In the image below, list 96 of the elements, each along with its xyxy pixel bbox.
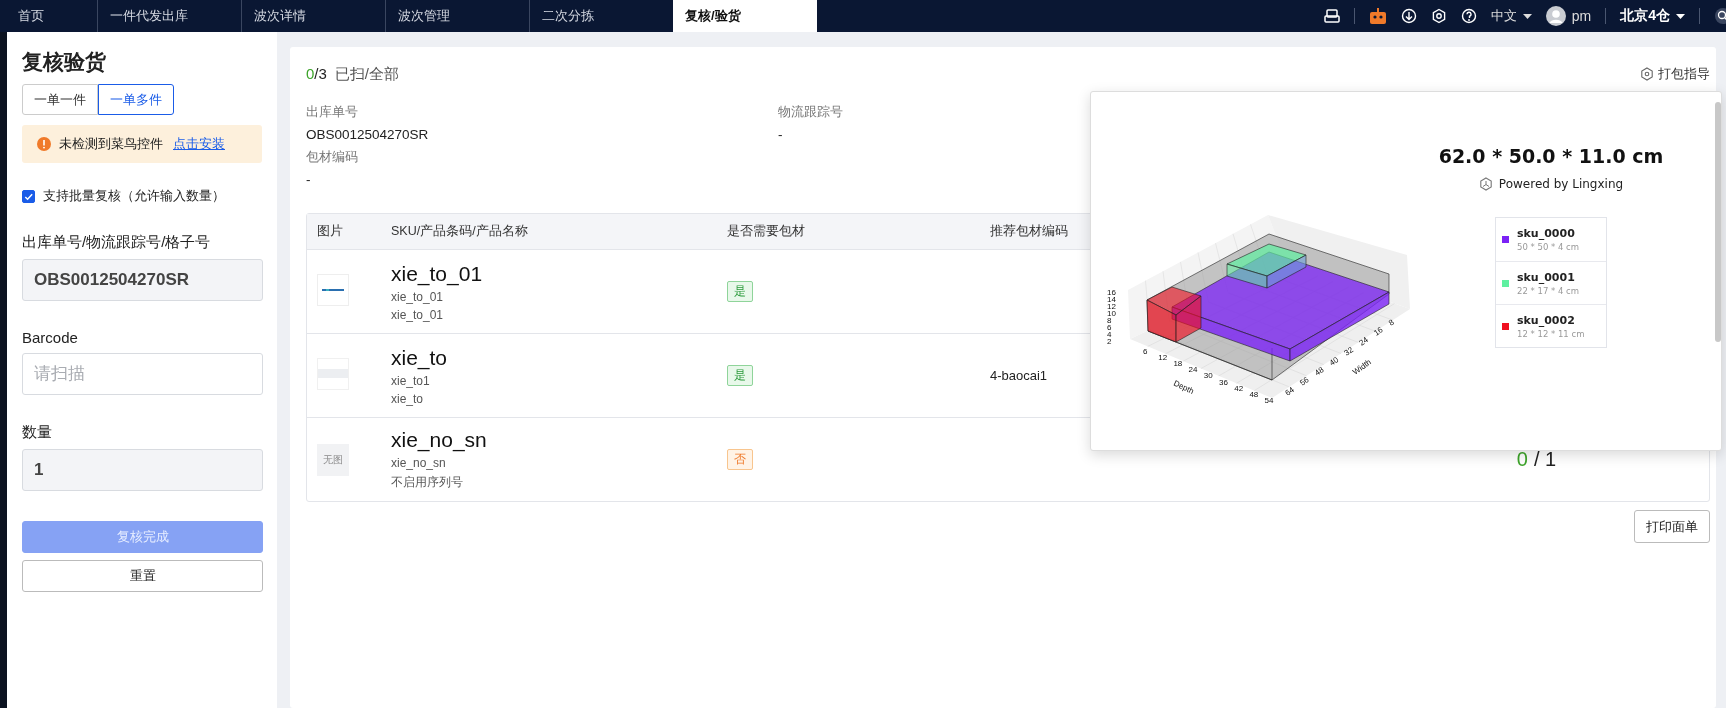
info-label: 物流跟踪号 xyxy=(778,103,844,121)
tick-label: 12 xyxy=(1107,302,1116,311)
download-icon[interactable] xyxy=(1400,8,1417,24)
size-label: 12 * 12 * 11 cm xyxy=(1517,328,1585,339)
scrollbar[interactable] xyxy=(1715,102,1721,342)
total-count: /3 xyxy=(314,64,327,84)
info-label: 包材编码 xyxy=(306,148,359,166)
nav-tab[interactable]: 复核/验货 xyxy=(673,0,817,32)
tick-label: 8 xyxy=(1387,317,1396,328)
mode-tab[interactable]: 一单多件 xyxy=(98,84,174,115)
tick-label: 48 xyxy=(1249,389,1259,399)
size-label: 50 * 50 * 4 cm xyxy=(1517,242,1579,252)
print-label-button[interactable]: 打印面单 xyxy=(1634,510,1710,543)
tick-label: 64 xyxy=(1283,385,1296,398)
tick-label: 16 xyxy=(1372,325,1385,338)
nav-tab[interactable]: 首页 xyxy=(0,0,97,32)
tick-label: 54 xyxy=(1264,395,1274,405)
page-title: 复核验货 xyxy=(22,49,107,75)
tick-label: 24 xyxy=(1357,335,1370,348)
tick-label: 16 xyxy=(1107,288,1116,297)
field-label: 出库单号/物流跟踪号/格子号 xyxy=(22,233,212,252)
tick-label: 6 xyxy=(1107,323,1112,332)
column-header: 图片 xyxy=(316,223,344,240)
tick-label: 10 xyxy=(1107,309,1116,318)
warning-icon xyxy=(37,137,51,151)
no-image-text: 无图 xyxy=(323,452,343,467)
scanned-count: 0 xyxy=(1516,448,1528,470)
tick-label: 14 xyxy=(1107,295,1116,304)
scanned-count: 0 xyxy=(306,64,315,84)
tick-label: 8 xyxy=(1107,316,1112,325)
status-tag: 否 xyxy=(727,449,753,470)
nav-tab[interactable]: 波次管理 xyxy=(385,0,529,32)
checkbox[interactable] xyxy=(22,190,35,203)
sku-name: xie_no_sn xyxy=(391,428,488,452)
box-dimensions: 62.0 * 50.0 * 11.0 cm xyxy=(1438,145,1664,167)
product-name: xie_to xyxy=(391,391,425,406)
tick-label: 18 xyxy=(1173,359,1183,369)
barcode-text: xie_no_sn xyxy=(391,456,447,470)
tick-label: 56 xyxy=(1298,375,1311,388)
tick-label: 12 xyxy=(1158,353,1168,363)
tick-label: 24 xyxy=(1188,365,1198,375)
powered-by-text: Powered by Lingxing xyxy=(1498,177,1624,191)
tick-label: 48 xyxy=(1313,365,1326,378)
field-label: Barcode xyxy=(22,329,79,346)
column-header: SKU/产品条码/产品名称 xyxy=(391,223,529,240)
caret-icon xyxy=(1522,13,1532,19)
sku-label: sku_0001 xyxy=(1517,270,1576,284)
product-thumbnail xyxy=(317,274,349,306)
progress-label: 已扫/全部 xyxy=(334,64,400,84)
sku-label: sku_0002 xyxy=(1517,313,1576,327)
robot-icon[interactable] xyxy=(1368,7,1387,25)
help-icon[interactable] xyxy=(1460,8,1477,24)
size-label: 22 * 17 * 4 cm xyxy=(1517,285,1579,296)
barcode-text: xie_to1 xyxy=(391,373,431,388)
info-value: - xyxy=(778,127,784,142)
product-name: xie_to_01 xyxy=(391,307,445,322)
search-icon[interactable] xyxy=(1714,7,1726,25)
total-count: / 1 xyxy=(1533,448,1557,470)
tick-label: 32 xyxy=(1342,345,1356,358)
sku-name: xie_to xyxy=(391,345,449,370)
tick-label: 30 xyxy=(1203,371,1213,381)
tick-label: 2 xyxy=(1107,337,1112,346)
tray-icon[interactable] xyxy=(1323,8,1340,24)
table-cell: 4-baocai1 xyxy=(990,368,1048,383)
mode-tab[interactable]: 一单一件 xyxy=(22,84,98,115)
field-label: 数量 xyxy=(22,423,53,442)
info-label: 出库单号 xyxy=(306,103,359,121)
tick-label: 4 xyxy=(1107,330,1112,339)
info-value: OBS0012504270SR xyxy=(306,127,430,142)
avatar-icon xyxy=(1545,6,1566,26)
hexagon-logo-icon xyxy=(1478,177,1493,191)
tick-label: 40 xyxy=(1327,355,1341,368)
column-header: 是否需要包材 xyxy=(726,223,806,240)
tick-label: 42 xyxy=(1234,383,1244,393)
checkbox-label: 支持批量复核（允许输入数量） xyxy=(43,188,225,205)
caret-icon xyxy=(1676,13,1685,19)
settings-icon[interactable] xyxy=(1430,8,1447,24)
product-name: 不启用序列号 xyxy=(391,474,464,491)
warehouse-menu[interactable]: 北京4仓 xyxy=(1620,7,1685,25)
info-value: - xyxy=(306,172,312,187)
hexagon-icon xyxy=(1640,67,1654,81)
barcode-text: xie_to_01 xyxy=(391,289,445,304)
sku-label: sku_0000 xyxy=(1517,227,1576,240)
tick-label: 6 xyxy=(1143,347,1148,356)
column-header: 推荐包材编码 xyxy=(989,223,1069,240)
warning-text: 未检测到菜鸟控件 xyxy=(59,135,163,153)
install-link[interactable]: 点击安装 xyxy=(173,135,225,153)
check-icon xyxy=(23,191,34,202)
status-tag: 是 xyxy=(727,281,753,302)
status-tag: 是 xyxy=(727,365,753,386)
reset-button[interactable]: 重置 xyxy=(22,560,263,592)
sku-name: xie_to_01 xyxy=(391,261,484,286)
language-menu[interactable]: 中文 xyxy=(1490,7,1532,25)
input-field[interactable]: 请扫描 xyxy=(22,353,263,395)
tick-label: 36 xyxy=(1219,377,1228,387)
user-menu[interactable]: pm xyxy=(1545,6,1592,26)
